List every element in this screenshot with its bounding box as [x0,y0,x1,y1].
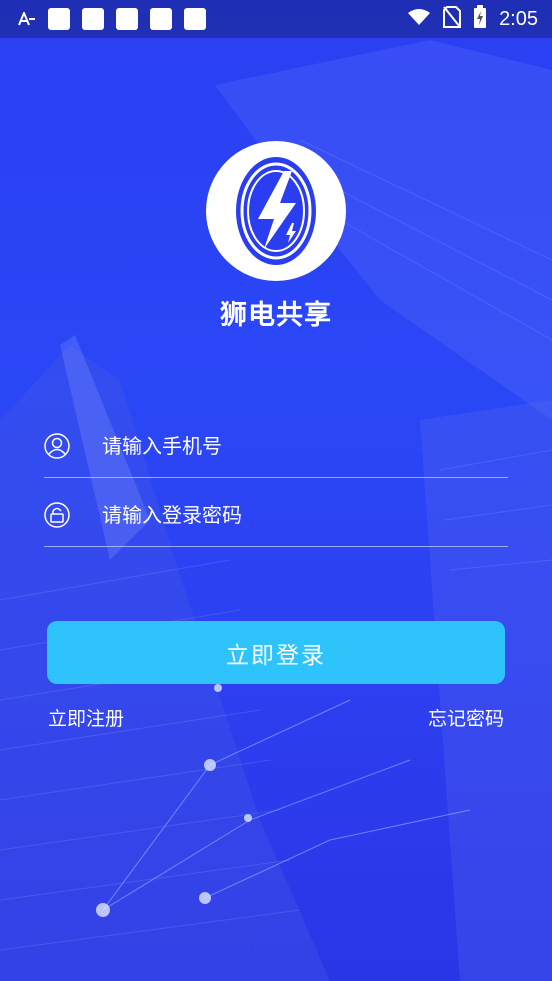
app-notification-icon [116,8,138,30]
phone-input[interactable] [100,433,484,459]
app-notification-icon [82,8,104,30]
password-field [44,484,508,547]
user-icon [44,433,70,459]
phone-field [44,415,508,478]
font-notification-icon [18,10,36,26]
status-bar: 2:05 [0,0,552,38]
battery-charging-icon [473,5,487,33]
login-button[interactable]: 立即登录 [47,621,505,684]
lock-icon [44,502,70,528]
no-sim-icon [443,6,462,32]
password-input[interactable] [100,502,484,528]
app-logo [206,141,346,281]
register-link[interactable]: 立即注册 [48,704,124,731]
forgot-password-link[interactable]: 忘记密码 [428,704,504,731]
shopping-bag-icon [150,8,172,30]
app-notification-icon [48,8,70,30]
app-name: 狮电共享 [220,300,332,331]
wifi-icon [407,8,431,30]
shopping-bag-icon [184,8,206,30]
status-time: 2:05 [499,7,538,30]
